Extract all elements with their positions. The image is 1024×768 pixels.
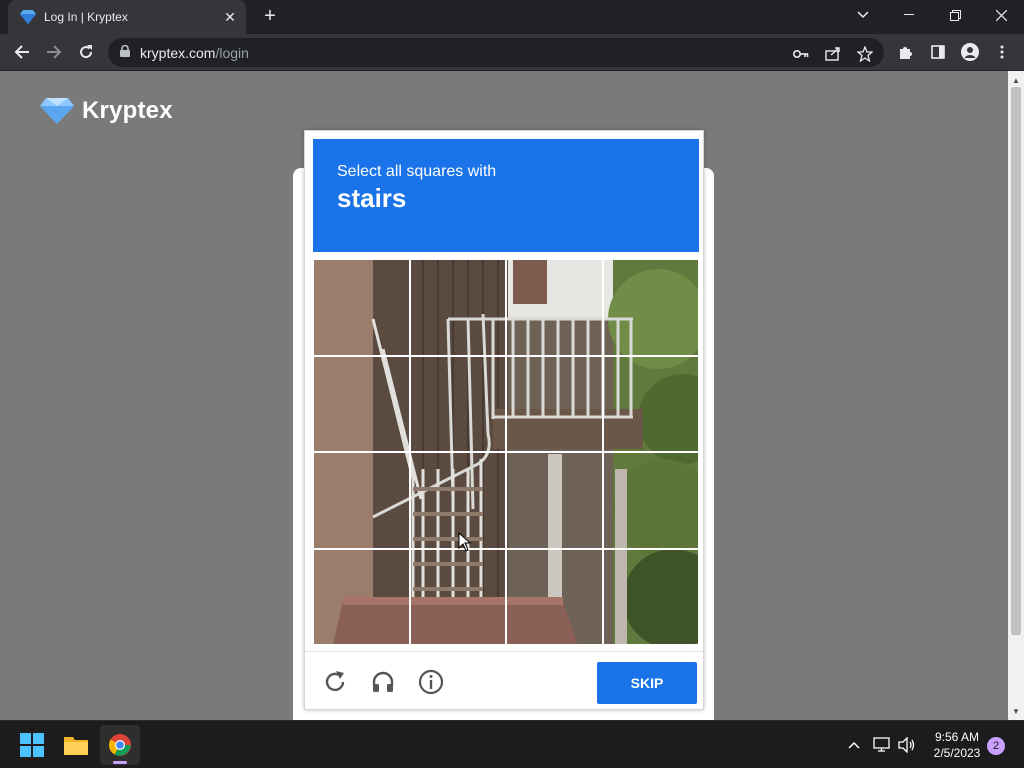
captcha-image-grid — [313, 259, 699, 645]
tab-title: Log In | Kryptex — [44, 10, 128, 24]
show-hidden-icons-chevron-icon[interactable] — [844, 733, 864, 757]
extensions-puzzle-icon[interactable] — [892, 38, 920, 66]
page-scrollbar[interactable]: ▲ ▼ — [1008, 71, 1024, 720]
system-clock[interactable]: 9:56 AM 2/5/2023 — [926, 729, 988, 761]
captcha-tile-8[interactable] — [602, 355, 699, 452]
back-arrow-icon[interactable] — [8, 38, 36, 66]
captcha-tile-5[interactable] — [313, 355, 410, 452]
captcha-tile-9[interactable] — [313, 452, 410, 549]
skip-button[interactable]: SKIP — [597, 662, 697, 704]
captcha-tile-2[interactable] — [409, 259, 506, 356]
kryptex-diamond-icon — [40, 98, 74, 124]
bookmark-star-icon[interactable] — [856, 45, 874, 63]
menu-kebab-icon[interactable] — [988, 38, 1016, 66]
chrome-taskbar-icon[interactable] — [100, 725, 140, 765]
mouse-cursor-icon — [458, 532, 472, 552]
audio-challenge-headphones-icon[interactable] — [369, 668, 397, 696]
new-tab-button[interactable]: + — [258, 6, 282, 28]
captcha-tile-7[interactable] — [506, 355, 603, 452]
browser-toolbar: kryptex.com/login — [0, 34, 1024, 71]
captcha-tile-11[interactable] — [506, 452, 603, 549]
scroll-thumb[interactable] — [1011, 87, 1021, 635]
forward-arrow-icon[interactable] — [40, 38, 68, 66]
windows-taskbar: 9:56 AM 2/5/2023 2 — [0, 720, 1024, 768]
challenge-header: Select all squares with stairs — [313, 139, 699, 252]
scroll-down-arrow-icon[interactable]: ▼ — [1008, 704, 1024, 718]
notification-badge[interactable]: 2 — [987, 737, 1005, 755]
captcha-tile-3[interactable] — [506, 259, 603, 356]
close-window-icon[interactable] — [978, 0, 1024, 30]
info-icon[interactable] — [417, 668, 445, 696]
windows-start-icon[interactable] — [12, 725, 52, 765]
brand-name: Kryptex — [82, 97, 173, 124]
active-app-indicator — [113, 761, 127, 764]
address-bar[interactable]: kryptex.com/login — [108, 38, 884, 67]
key-icon[interactable] — [792, 45, 810, 63]
kryptex-logo[interactable]: Kryptex — [40, 97, 173, 125]
kryptex-favicon-icon — [20, 9, 36, 25]
restore-icon[interactable] — [932, 0, 978, 30]
profile-icon[interactable] — [956, 38, 984, 66]
captcha-tile-12[interactable] — [602, 452, 699, 549]
share-icon[interactable] — [824, 45, 842, 63]
side-panel-icon[interactable] — [924, 38, 952, 66]
captcha-tile-13[interactable] — [313, 548, 410, 645]
clock-time: 9:56 AM — [934, 730, 980, 744]
refresh-challenge-icon[interactable] — [321, 668, 349, 696]
captcha-footer: SKIP — [305, 651, 703, 709]
clock-date: 2/5/2023 — [933, 746, 981, 760]
challenge-target: stairs — [337, 183, 407, 213]
captcha-tile-16[interactable] — [602, 548, 699, 645]
challenge-prompt: Select all squares with — [337, 163, 497, 180]
captcha-tile-1[interactable] — [313, 259, 410, 356]
captcha-tile-4[interactable] — [602, 259, 699, 356]
browser-tab-active[interactable]: Log In | Kryptex ✕ — [8, 0, 246, 34]
network-icon[interactable] — [872, 733, 892, 757]
scroll-up-arrow-icon[interactable]: ▲ — [1008, 73, 1024, 87]
url-path: /login — [215, 44, 249, 61]
volume-icon[interactable] — [897, 733, 917, 757]
captcha-challenge: Select all squares with stairs SKIP — [304, 130, 704, 710]
tab-search-icon[interactable] — [840, 0, 886, 30]
captcha-tile-15[interactable] — [506, 548, 603, 645]
url-host: kryptex.com — [140, 44, 216, 61]
captcha-tile-14[interactable] — [409, 548, 506, 645]
browser-titlebar: Log In | Kryptex ✕ + — [0, 0, 1024, 34]
reload-icon[interactable] — [72, 38, 100, 66]
minimize-icon[interactable] — [886, 0, 932, 30]
file-explorer-icon[interactable] — [56, 725, 96, 765]
tab-close-icon[interactable]: ✕ — [220, 7, 240, 27]
lock-icon[interactable] — [120, 44, 130, 62]
captcha-tile-6[interactable] — [409, 355, 506, 452]
